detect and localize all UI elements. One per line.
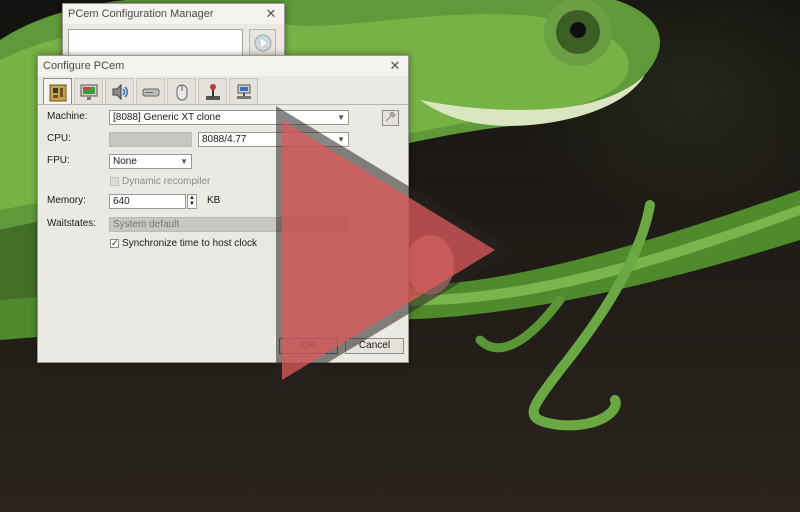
machine-select[interactable]: [8088] Generic XT clone ▼: [109, 110, 349, 125]
dynarec-label: Dynamic recompiler: [122, 176, 211, 187]
memory-input[interactable]: 640: [109, 194, 186, 209]
network-icon: [236, 84, 251, 99]
cpu-value: 8088/4.77: [202, 134, 247, 145]
chevron-down-icon: ▼: [337, 135, 345, 144]
checkmark-icon: ✓: [111, 238, 119, 248]
mouse-icon: [176, 84, 187, 100]
cancel-button[interactable]: Cancel: [345, 338, 404, 354]
fpu-label: FPU:: [47, 155, 70, 166]
config-manager-titlebar[interactable]: PCem Configuration Manager ✕: [63, 4, 284, 24]
cpu-label: CPU:: [47, 133, 71, 144]
fpu-value: None: [113, 156, 137, 167]
joystick-icon: [205, 83, 220, 100]
tab-machine[interactable]: [43, 78, 72, 106]
config-manager-title: PCem Configuration Manager: [68, 8, 214, 20]
monitor-icon: [80, 84, 97, 100]
memory-unit: KB: [207, 195, 221, 206]
tab-network[interactable]: [229, 78, 258, 104]
configure-title: Configure PCem: [43, 60, 125, 72]
tab-storage[interactable]: [136, 78, 165, 104]
configure-titlebar[interactable]: Configure PCem ✕: [38, 56, 408, 76]
waitstates-select[interactable]: System default: [109, 217, 349, 232]
close-icon[interactable]: ✕: [264, 6, 278, 22]
wrench-icon: [385, 111, 396, 122]
memory-spinner[interactable]: ▲ ▼: [187, 194, 197, 209]
memory-label: Memory:: [47, 195, 86, 206]
machine-label: Machine:: [47, 111, 88, 122]
chevron-down-icon: ▼: [337, 113, 345, 122]
configure-window: Configure PCem ✕ Machine: [8088] Generic…: [37, 55, 409, 363]
play-circle-icon: [254, 34, 271, 51]
config-list[interactable]: [68, 29, 243, 57]
drive-icon: [142, 88, 159, 96]
close-icon[interactable]: ✕: [388, 58, 402, 74]
machine-configure-button[interactable]: [382, 110, 399, 126]
tab-display[interactable]: [74, 78, 103, 104]
memory-value: 640: [113, 196, 130, 207]
cpu-select[interactable]: 8088/4.77 ▼: [198, 132, 349, 147]
ok-button[interactable]: OK: [279, 338, 338, 354]
run-config-button[interactable]: [249, 29, 276, 56]
tab-mouse[interactable]: [167, 78, 196, 104]
tab-joystick[interactable]: [198, 78, 227, 104]
cpu-manufacturer-select[interactable]: [109, 132, 192, 147]
spin-down-icon[interactable]: ▼: [188, 201, 196, 207]
dynarec-checkbox[interactable]: [110, 177, 119, 186]
tab-sound[interactable]: [105, 78, 134, 104]
machine-settings-panel: Machine: [8088] Generic XT clone ▼ CPU: …: [38, 104, 408, 360]
waitstates-label: Waitstates:: [47, 218, 97, 229]
fpu-select[interactable]: None ▼: [109, 154, 192, 169]
waitstates-value: System default: [113, 219, 180, 230]
category-tabs: [38, 76, 408, 106]
chevron-down-icon: ▼: [180, 157, 188, 166]
motherboard-icon: [49, 84, 66, 101]
machine-value: [8088] Generic XT clone: [113, 112, 221, 123]
sync-time-label: Synchronize time to host clock: [122, 238, 258, 249]
speaker-icon: [112, 83, 128, 100]
sync-time-checkbox[interactable]: ✓: [110, 239, 119, 248]
